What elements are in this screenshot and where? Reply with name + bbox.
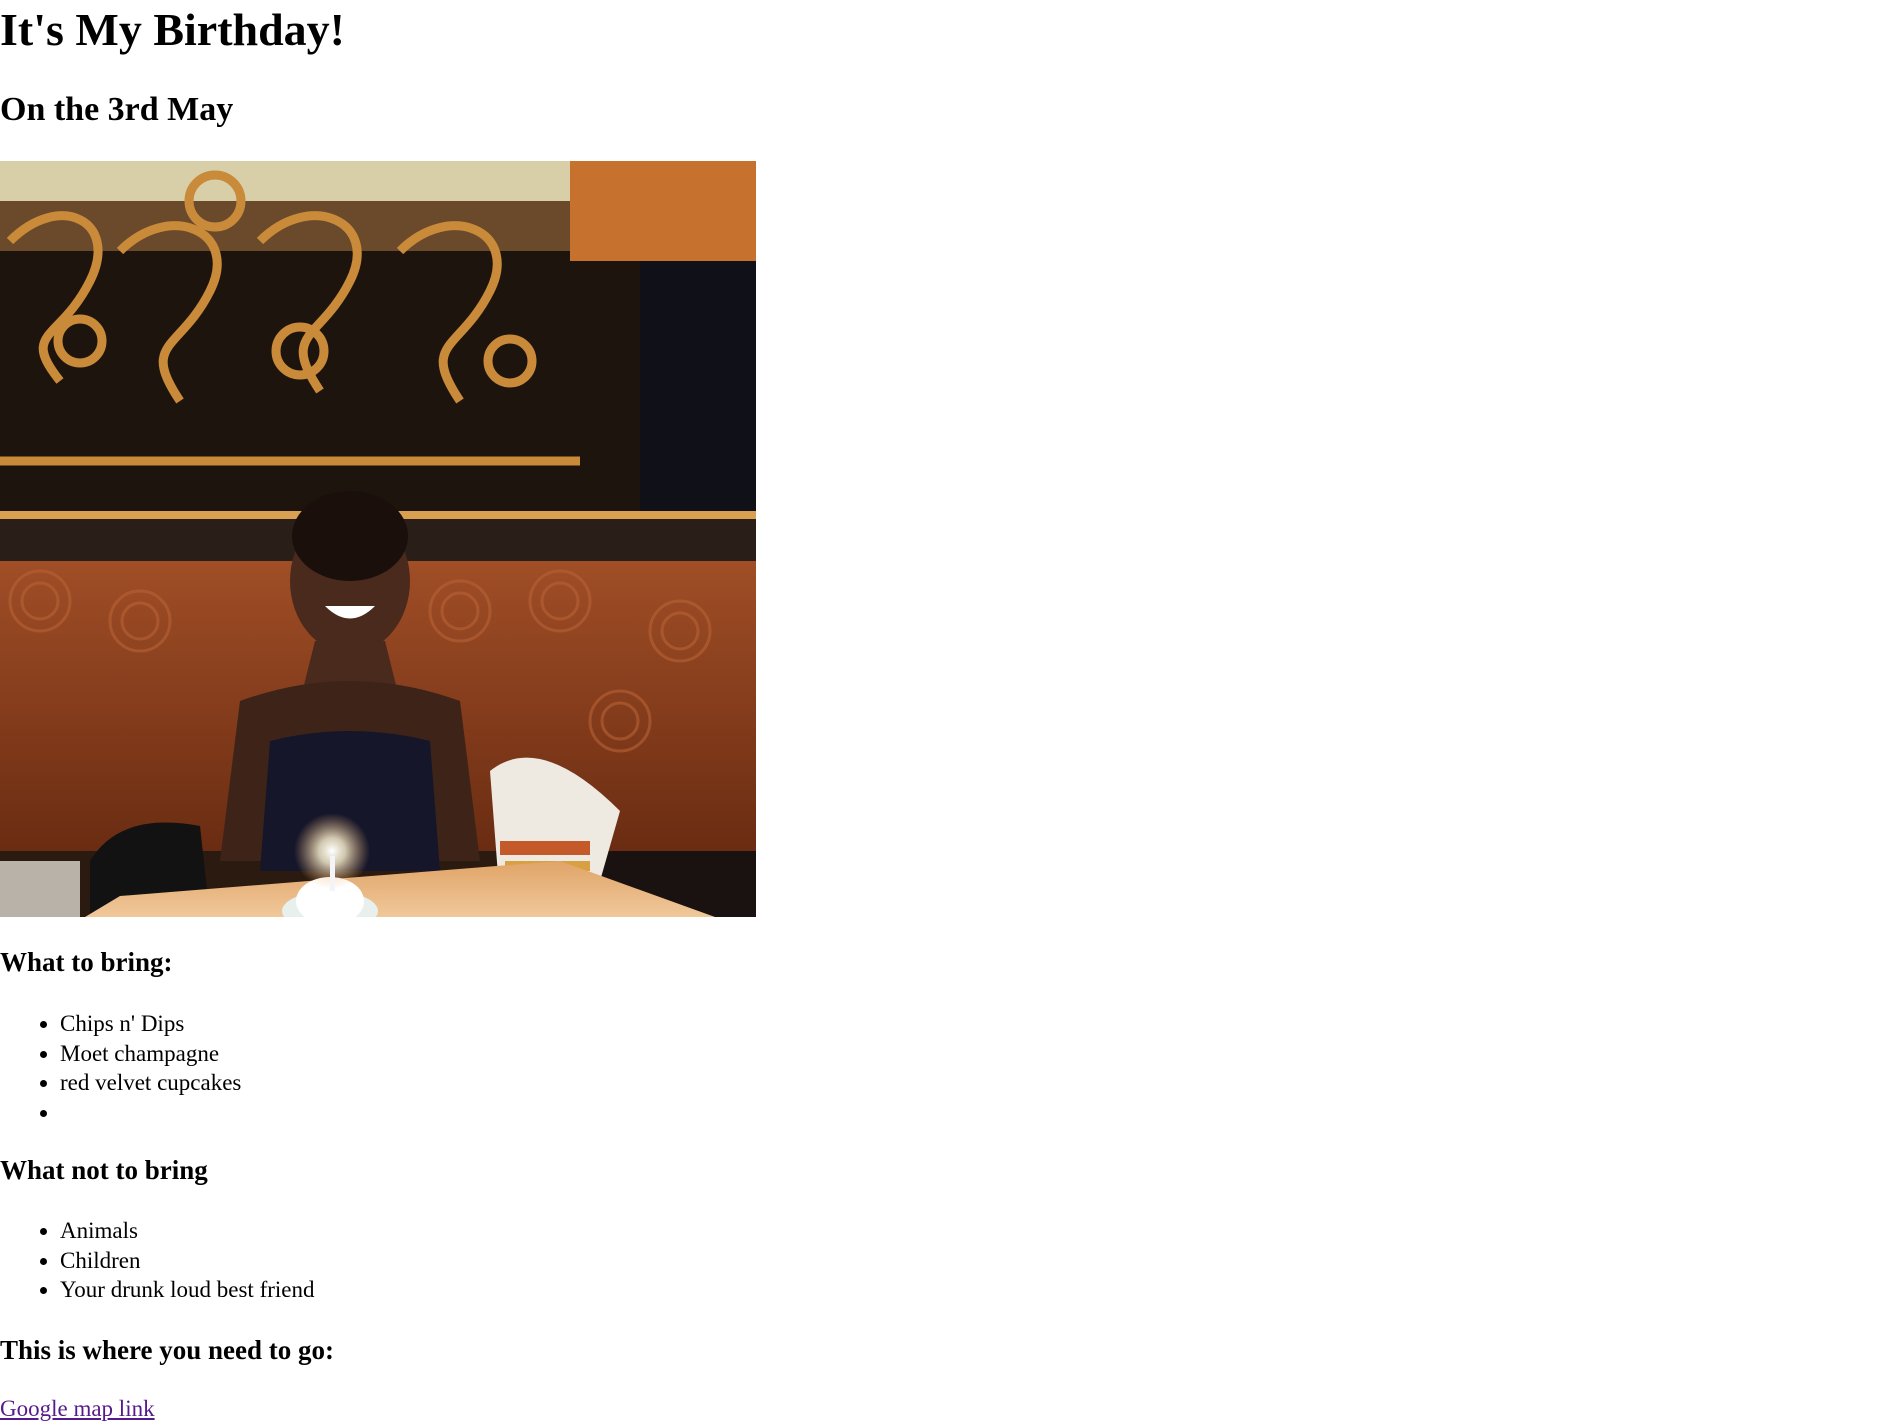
page-title: It's My Birthday!	[0, 4, 345, 55]
list-item: red velvet cupcakes	[60, 1068, 241, 1098]
birthday-photo	[0, 161, 756, 917]
list-item: Children	[60, 1246, 314, 1276]
list-item: Animals	[60, 1216, 314, 1246]
list-item: Moet champagne	[60, 1039, 241, 1069]
page-subtitle: On the 3rd May	[0, 91, 234, 128]
location-heading: This is where you need to go:	[0, 1335, 335, 1365]
list-item: Chips n' Dips	[60, 1009, 241, 1039]
list-item: Your drunk loud best friend	[60, 1275, 314, 1305]
bring-heading: What to bring:	[0, 947, 173, 977]
not-bring-heading: What not to bring	[0, 1155, 208, 1185]
list-item	[60, 1098, 241, 1128]
not-bring-list: Animals Children Your drunk loud best fr…	[0, 1216, 314, 1305]
google-map-link[interactable]: Google map link	[0, 1394, 155, 1423]
bring-list: Chips n' Dips Moet champagne red velvet …	[0, 1009, 241, 1127]
